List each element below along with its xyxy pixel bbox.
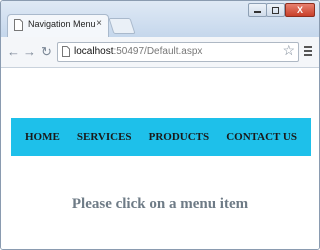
minimize-button[interactable] [248,3,267,17]
page-content: HOME SERVICES PRODUCTS CONTACT US Please… [1,68,319,249]
navigation-menu: HOME SERVICES PRODUCTS CONTACT US [11,118,311,156]
document-icon [14,19,23,31]
tab-close-icon[interactable]: × [96,18,102,29]
menu-item-contact-us[interactable]: CONTACT US [226,131,297,143]
instruction-message: Please click on a menu item [71,196,249,212]
browser-window: Navigation Menu × X ← → ↻ localhost:5049… [0,0,320,250]
reload-icon[interactable]: ↻ [41,45,52,59]
new-tab-button[interactable] [108,18,136,34]
page-icon [62,46,70,57]
bookmark-star-icon[interactable]: ☆ [282,42,295,59]
tab-title: Navigation Menu [28,19,96,29]
back-arrow-icon[interactable]: ← [7,45,20,59]
maximize-button[interactable] [266,3,285,17]
menu-icon[interactable] [304,46,312,58]
url-host: localhost [74,46,114,57]
menu-item-home[interactable]: HOME [25,131,60,143]
tab-bar: Navigation Menu × X [1,1,319,37]
url-text: localhost:50497/Default.aspx [74,46,202,57]
browser-toolbar: ← → ↻ localhost:50497/Default.aspx ☆ [1,37,319,68]
browser-tab[interactable]: Navigation Menu × [7,14,109,37]
url-path: :50497/Default.aspx [113,46,203,57]
address-bar[interactable]: localhost:50497/Default.aspx [57,42,299,62]
menu-item-services[interactable]: SERVICES [77,131,132,143]
window-close-button[interactable]: X [285,3,315,17]
menu-item-products[interactable]: PRODUCTS [149,131,210,143]
forward-arrow-icon[interactable]: → [23,45,36,59]
